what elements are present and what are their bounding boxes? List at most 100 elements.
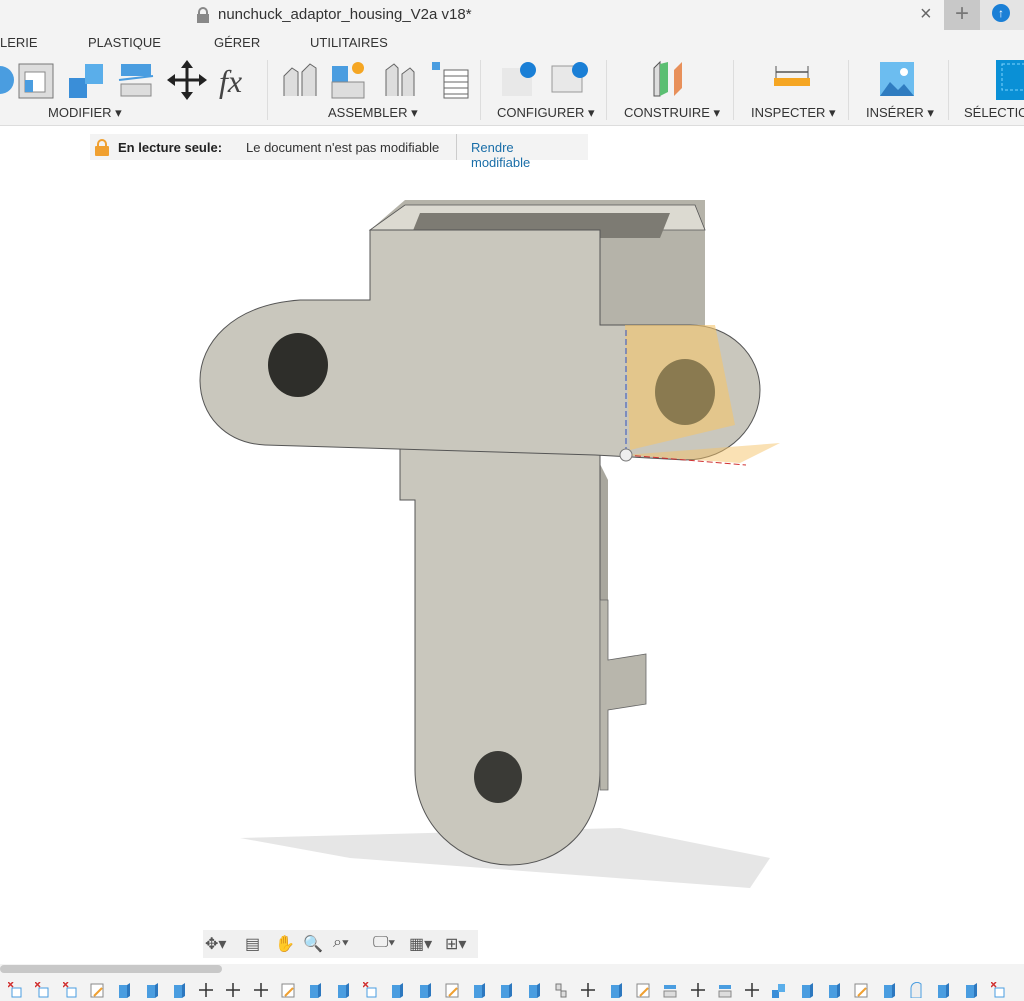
timeline-sketch-edit-icon[interactable] [90, 982, 104, 998]
timeline-scrollbar[interactable] [0, 964, 1024, 974]
timeline-sketch-edit-icon[interactable] [281, 982, 295, 998]
read-only-label: En lecture seule: [118, 140, 223, 155]
display-settings-button[interactable]: 🖵▾ [373, 934, 395, 952]
timeline-move-icon[interactable] [581, 982, 596, 998]
scrollbar-thumb[interactable] [0, 965, 222, 973]
configuration-table-icon[interactable] [550, 60, 590, 100]
timeline-move-icon[interactable] [745, 982, 760, 998]
timeline-sketch-x-icon[interactable] [35, 982, 49, 998]
shell-icon[interactable] [17, 60, 57, 100]
divider [948, 60, 949, 120]
timeline-move-icon[interactable] [226, 982, 241, 998]
inserer-menu[interactable]: INSÉRER ▾ [866, 105, 934, 121]
read-only-message: Le document n'est pas modifiable [246, 140, 440, 155]
selection-menu[interactable]: SÉLECTIO [964, 105, 1024, 120]
svg-text:fx: fx [219, 63, 242, 99]
tab-utilitaires[interactable]: UTILITAIRES [310, 35, 388, 50]
timeline-body-icon[interactable] [172, 982, 186, 998]
parameters-icon[interactable]: fx [217, 60, 257, 100]
timeline-move-icon[interactable] [199, 982, 214, 998]
divider [848, 60, 849, 120]
timeline-move-icon[interactable] [690, 982, 705, 998]
insert-image-icon[interactable] [878, 60, 918, 100]
configurer-menu[interactable]: CONFIGURER ▾ [497, 105, 595, 121]
make-editable-link[interactable]: Rendre modifiable [456, 134, 588, 170]
tab-plastique[interactable]: PLASTIQUE [88, 35, 161, 50]
timeline-sketch-x-icon[interactable] [62, 982, 77, 998]
as-built-joint-icon[interactable] [380, 60, 420, 100]
zoom-button[interactable]: 🔍 [303, 934, 323, 954]
timeline-split-icon[interactable] [718, 982, 732, 998]
timeline-body-icon[interactable] [418, 982, 432, 998]
divider [733, 60, 734, 120]
timeline-body-icon[interactable] [336, 982, 350, 998]
measure-icon[interactable] [772, 60, 812, 100]
timeline-body-icon[interactable] [527, 982, 541, 998]
pan-button[interactable]: ✋ [275, 934, 295, 954]
timeline-sketch-x-icon[interactable] [8, 982, 22, 998]
look-at-button[interactable]: ▤ [245, 934, 260, 954]
timeline-sketch-x-icon[interactable] [362, 982, 377, 998]
read-only-banner: En lecture seule: Le document n'est pas … [90, 134, 588, 170]
viewports-button[interactable]: ⊞▾ [445, 934, 466, 954]
select-icon[interactable] [996, 60, 1024, 100]
move-icon[interactable] [167, 60, 207, 100]
timeline-body-icon[interactable] [800, 982, 814, 998]
model-hole [474, 751, 522, 803]
orbit-button[interactable]: ✥▾ [205, 934, 226, 954]
new-tab-button[interactable]: + [944, 0, 980, 30]
lock-icon [95, 139, 109, 156]
timeline-body-icon[interactable] [936, 982, 950, 998]
combine-icon[interactable] [67, 60, 107, 100]
origin-point[interactable] [619, 448, 633, 462]
modifier-menu[interactable]: MODIFIER ▾ [48, 105, 122, 121]
ribbon-toolbar: LERIE PLASTIQUE GÉRER UTILITAIRES fx MOD… [0, 30, 1024, 126]
timeline-body-icon[interactable] [882, 982, 896, 998]
timeline-combine-icon[interactable] [772, 982, 786, 998]
timeline-body-icon[interactable] [827, 982, 841, 998]
construire-menu[interactable]: CONSTRUIRE ▾ [624, 105, 720, 121]
timeline-move-icon[interactable] [253, 982, 268, 998]
inspecter-menu[interactable]: INSPECTER ▾ [751, 105, 836, 121]
model-left-hole [268, 333, 328, 397]
timeline-body-icon[interactable] [390, 982, 404, 998]
timeline-body-icon[interactable] [472, 982, 486, 998]
model-right-hole [655, 359, 715, 425]
timeline-sketch-edit-icon[interactable] [636, 982, 650, 998]
configure-icon[interactable] [500, 60, 540, 100]
plane-icon[interactable] [650, 60, 690, 100]
divider [480, 60, 481, 120]
update-icon: ↑ [992, 4, 1010, 22]
timeline-body-icon[interactable] [117, 982, 131, 998]
title-bar: nunchuck_adaptor_housing_V2a v18* × + ↑ [0, 0, 1024, 30]
bill-of-materials-icon[interactable] [430, 60, 470, 100]
timeline-body-icon[interactable] [145, 982, 159, 998]
close-tab-button[interactable]: × [920, 3, 932, 26]
joint-icon[interactable] [280, 60, 320, 100]
tab-tolerie[interactable]: LERIE [0, 35, 38, 50]
model-tab [599, 599, 647, 791]
fit-button[interactable]: ⌕▾ [333, 934, 349, 952]
timeline-split-icon[interactable] [663, 982, 677, 998]
tab-gerer[interactable]: GÉRER [214, 35, 260, 50]
timeline-body-icon[interactable] [499, 982, 513, 998]
timeline-sketch-edit-icon[interactable] [854, 982, 868, 998]
timeline-sketch-x-icon[interactable] [990, 982, 1005, 998]
3d-model-viewport[interactable] [0, 160, 1024, 930]
split-body-icon[interactable] [117, 60, 157, 100]
new-component-icon[interactable] [330, 60, 370, 100]
grid-settings-button[interactable]: ▦▾ [409, 934, 432, 954]
timeline-sketch-edit-icon[interactable] [445, 982, 459, 998]
timeline [0, 974, 1024, 1001]
divider [606, 60, 607, 120]
assembler-menu[interactable]: ASSEMBLER ▾ [328, 105, 418, 121]
update-button[interactable]: ↑ [980, 0, 1024, 30]
navigation-bar: ✥▾ ▤ ✋ 🔍 ⌕▾ 🖵▾ ▦▾ ⊞▾ [203, 930, 478, 958]
timeline-body-icon[interactable] [964, 982, 978, 998]
timeline-body-icon[interactable] [609, 982, 623, 998]
timeline-fillet-icon[interactable] [909, 982, 923, 998]
timeline-body-icon[interactable] [308, 982, 322, 998]
document-title: nunchuck_adaptor_housing_V2a v18* [218, 6, 472, 23]
timeline-joint-icon[interactable] [554, 982, 568, 998]
divider [267, 60, 268, 120]
